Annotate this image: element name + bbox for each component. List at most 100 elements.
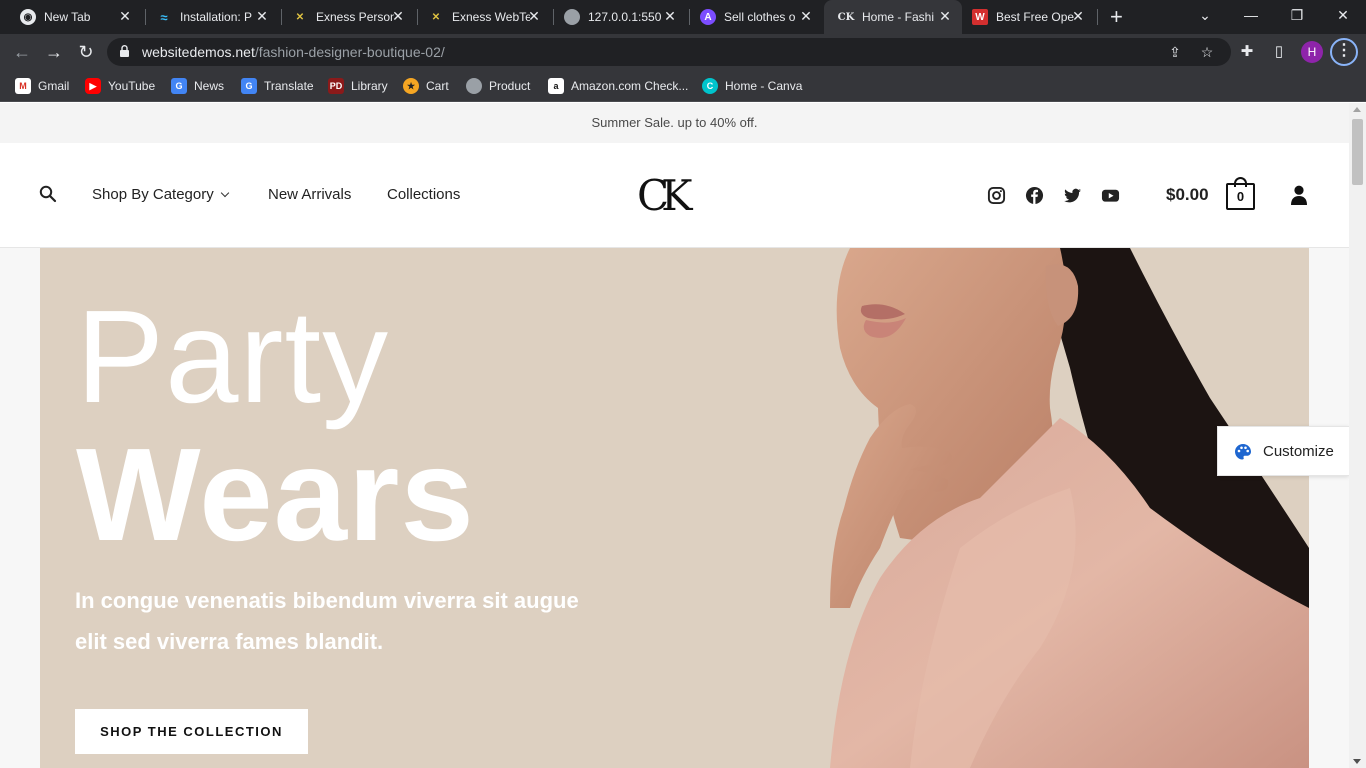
new-tab-button[interactable]: + — [1110, 6, 1123, 28]
promo-bar: Summer Sale. up to 40% off. — [0, 103, 1349, 143]
library-icon: PD — [328, 78, 344, 94]
hero-title-line2: Wears — [76, 421, 475, 568]
page-scrollbar[interactable] — [1349, 103, 1366, 768]
arc-icon: A — [700, 9, 716, 25]
forward-icon[interactable]: → — [44, 42, 64, 62]
address-bar[interactable]: websitedemos.net/fashion-designer-boutiq… — [107, 38, 1231, 66]
cart-bag-icon[interactable]: 0 — [1226, 177, 1255, 210]
url-text: websitedemos.net/fashion-designer-boutiq… — [142, 44, 445, 60]
tab-exness-personal[interactable]: ✕ Exness Person ✕ — [272, 0, 415, 34]
close-tab-icon[interactable]: ✕ — [118, 9, 132, 23]
tab-home-fashion[interactable]: CK Home - Fashi ✕ — [824, 0, 962, 34]
scrollbar-thumb[interactable] — [1352, 119, 1363, 185]
tab-title: Installation: P — [180, 10, 253, 24]
tab-new-tab[interactable]: ◉ New Tab ✕ — [0, 0, 142, 34]
close-tab-icon[interactable]: ✕ — [938, 9, 952, 23]
reload-icon[interactable]: ↻ — [76, 42, 96, 62]
browser-toolbar: ← → ↻ websitedemos.net/fashion-designer-… — [0, 34, 1366, 70]
customize-button[interactable]: Customize — [1217, 426, 1349, 476]
tab-installation[interactable]: ≈ Installation: P ✕ — [136, 0, 279, 34]
browser-tab-strip: ◉ New Tab ✕ ≈ Installation: P ✕ ✕ Exness… — [0, 0, 1366, 34]
tab-title: New Tab — [44, 10, 91, 24]
nav-shop-by-category[interactable]: Shop By Category — [92, 186, 229, 203]
tab-sell-clothes[interactable]: A Sell clothes o ✕ — [680, 0, 823, 34]
tab-exness-webterminal[interactable]: ✕ Exness WebTe ✕ — [408, 0, 551, 34]
w-icon: W — [972, 9, 988, 25]
tailwind-icon: ≈ — [160, 9, 168, 25]
chevron-down-icon — [220, 188, 229, 198]
close-tab-icon[interactable]: ✕ — [391, 9, 405, 23]
minimize-icon[interactable]: — — [1228, 0, 1274, 34]
close-tab-icon[interactable]: ✕ — [527, 9, 541, 23]
twitter-icon[interactable] — [1063, 186, 1082, 205]
tab-localhost[interactable]: 127.0.0.1:550 ✕ — [544, 0, 687, 34]
search-icon[interactable] — [39, 185, 57, 203]
shop-collection-button[interactable]: SHOP THE COLLECTION — [75, 709, 308, 754]
hero-title-line1: Party — [76, 283, 390, 430]
hero-title: Party Wears — [76, 288, 475, 564]
palette-icon — [1235, 444, 1251, 460]
bookmark-translate[interactable]: G Translate — [241, 76, 314, 96]
bookmark-label: Translate — [264, 79, 314, 93]
bookmark-news[interactable]: G News — [171, 76, 224, 96]
bookmark-label: Cart — [426, 79, 449, 93]
close-window-icon[interactable]: ✕ — [1320, 0, 1366, 34]
chrome-menu-icon[interactable]: ⋮ — [1330, 38, 1358, 66]
restore-icon[interactable]: ❐ — [1274, 0, 1320, 34]
bookmark-youtube[interactable]: ▶ YouTube — [85, 76, 155, 96]
close-tab-icon[interactable]: ✕ — [255, 9, 269, 23]
bookmark-label: Amazon.com Check... — [571, 79, 689, 93]
user-account-icon[interactable] — [1290, 185, 1308, 205]
ck-icon: CK — [837, 11, 855, 23]
tab-title: Best Free Ope — [996, 10, 1074, 24]
chrome-icon: ◉ — [20, 9, 36, 25]
bookmark-cart[interactable]: ★ Cart — [403, 76, 449, 96]
youtube-icon[interactable] — [1101, 186, 1120, 205]
exness-icon: ✕ — [431, 11, 441, 23]
tab-title: Exness WebTe — [452, 10, 530, 24]
bookmark-star-icon[interactable]: ☆ — [1199, 44, 1215, 60]
bookmark-label: Product — [489, 79, 531, 93]
bookmark-label: Gmail — [38, 79, 70, 93]
translate-icon: G — [241, 78, 257, 94]
hero-subtitle: In congue venenatis bibendum viverra sit… — [75, 588, 579, 654]
bookmark-amazon[interactable]: a Amazon.com Check... — [548, 76, 688, 96]
bookmark-label: Home - Canva — [725, 79, 803, 93]
hero-banner: Party Wears In congue venenatis bibendum… — [40, 248, 1309, 768]
facebook-icon[interactable] — [1025, 186, 1044, 205]
close-tab-icon[interactable]: ✕ — [1071, 9, 1085, 23]
cart-icon: ★ — [403, 78, 419, 94]
exness-icon: ✕ — [295, 11, 305, 23]
nav-new-arrivals[interactable]: New Arrivals — [268, 186, 351, 203]
profile-avatar[interactable]: H — [1301, 41, 1323, 63]
bookmark-product[interactable]: Product — [466, 76, 530, 96]
gmail-icon: M — [15, 78, 31, 94]
extensions-icon[interactable]: ✚ — [1237, 42, 1257, 62]
bookmark-gmail[interactable]: M Gmail — [15, 76, 69, 96]
tab-search-icon[interactable]: ⌄ — [1182, 0, 1228, 34]
instagram-icon[interactable] — [987, 186, 1006, 205]
bookmark-label: Library — [351, 79, 388, 93]
bookmark-canva[interactable]: C Home - Canva — [702, 76, 802, 96]
tab-best-free[interactable]: W Best Free Ope ✕ — [952, 0, 1095, 34]
cart-count: 0 — [1226, 183, 1255, 210]
nav-collections[interactable]: Collections — [387, 186, 460, 203]
customize-label: Customize — [1263, 443, 1334, 460]
back-icon[interactable]: ← — [12, 42, 32, 62]
bookmark-label: News — [194, 79, 225, 93]
canva-icon: C — [702, 78, 718, 94]
tab-title: Home - Fashi — [862, 10, 935, 24]
bookmark-label: YouTube — [108, 79, 156, 93]
site-logo[interactable]: CK — [637, 171, 692, 221]
bookmark-library[interactable]: PD Library — [328, 76, 388, 96]
youtube-icon: ▶ — [85, 78, 101, 94]
web-page: Summer Sale. up to 40% off. Shop By Cate… — [0, 103, 1349, 768]
cart-total[interactable]: $0.00 — [1166, 185, 1209, 205]
scroll-up-icon[interactable] — [1353, 107, 1361, 112]
close-tab-icon[interactable]: ✕ — [663, 9, 677, 23]
amazon-icon: a — [548, 78, 564, 94]
close-tab-icon[interactable]: ✕ — [799, 9, 813, 23]
scroll-down-icon[interactable] — [1353, 759, 1361, 764]
share-icon[interactable]: ⇪ — [1167, 44, 1183, 60]
side-panel-icon[interactable]: ▯ — [1269, 42, 1289, 62]
